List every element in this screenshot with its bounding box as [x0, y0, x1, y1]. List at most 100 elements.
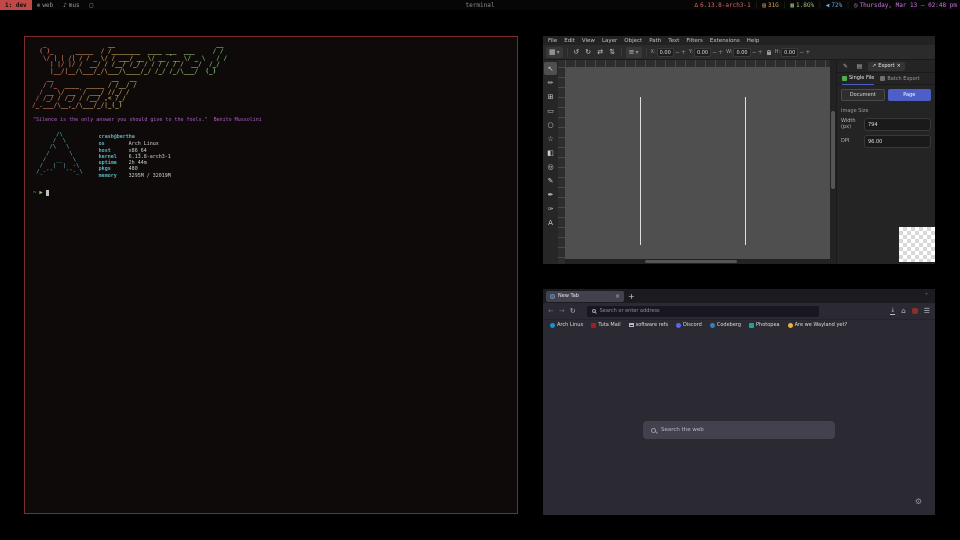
export-panel-tab[interactable]: ↗ Export ×	[868, 62, 905, 71]
bookmark-discord[interactable]: Discord	[676, 322, 702, 328]
decrement-button[interactable]: −	[675, 49, 680, 56]
bookmark-codeberg[interactable]: Codeberg	[710, 322, 741, 328]
document-button[interactable]: Document	[841, 89, 885, 101]
forward-button[interactable]: →	[559, 307, 565, 315]
bookmark-label: Tuta Mail	[598, 322, 620, 328]
tuta-favicon	[591, 323, 596, 328]
single-file-tab[interactable]: Single File	[842, 73, 874, 85]
menu-file[interactable]: File	[548, 38, 557, 44]
volume-module[interactable]: ◀ 72%	[826, 2, 842, 9]
menu-layer[interactable]: Layer	[602, 38, 617, 44]
rotate-cw-button[interactable]: ↻	[584, 47, 593, 58]
menu-text[interactable]: Text	[668, 38, 679, 44]
star-tool-icon[interactable]: ☆	[544, 132, 557, 145]
url-bar[interactable]: Search or enter address	[587, 306, 819, 317]
calligraphy-tool-icon[interactable]: ✑	[544, 202, 557, 215]
workspace-dev[interactable]: 1: dev	[0, 0, 32, 10]
box3d-tool-icon[interactable]: ◧	[544, 146, 557, 159]
page-button[interactable]: Page	[888, 89, 932, 101]
selector-tool-icon[interactable]: ↖	[544, 62, 557, 75]
w-input[interactable]: 0.00	[733, 48, 750, 57]
dpi-label: DPI	[841, 139, 861, 145]
back-button[interactable]: ←	[548, 307, 554, 315]
decrement-button[interactable]: −	[752, 49, 757, 56]
bookmark-photopea[interactable]: Photopea	[749, 322, 780, 328]
separator: │	[846, 2, 850, 9]
menu-path[interactable]: Path	[649, 38, 661, 44]
increment-button[interactable]: +	[681, 49, 686, 56]
batch-export-tab[interactable]: Batch Export	[880, 73, 919, 85]
layers-panel-icon[interactable]: ▤	[854, 61, 865, 72]
photopea-favicon	[749, 323, 754, 328]
menu-object[interactable]: Object	[624, 38, 642, 44]
speaker-icon: ◀	[826, 2, 830, 9]
pen-tool-icon[interactable]: ✒	[544, 188, 557, 201]
page-border-line	[745, 97, 746, 245]
active-tab[interactable]: New Tab ×	[546, 291, 624, 302]
bookmark-arch-linux[interactable]: Arch Linux	[550, 322, 583, 328]
inkscape-body: ↖ ✏ ⊞ ▭ ○ ☆ ◧ ◎ ✎ ✒ ✑ A	[543, 60, 935, 264]
hamburger-menu-icon[interactable]: ☰	[924, 307, 930, 315]
menu-help[interactable]: Help	[747, 38, 760, 44]
dpi-input[interactable]: 96.00	[864, 135, 931, 148]
decrement-button[interactable]: −	[712, 49, 717, 56]
chevron-down-icon: ▾	[557, 49, 560, 56]
text-cursor	[46, 190, 49, 196]
x-input[interactable]: 0.00	[657, 48, 674, 57]
pencil-panel-icon[interactable]: ✎	[840, 61, 851, 72]
workspace-web-label: web	[42, 2, 53, 9]
increment-button[interactable]: +	[718, 49, 723, 56]
list-tabs-chevron-icon[interactable]: ˅	[925, 293, 932, 300]
menu-view[interactable]: View	[582, 38, 595, 44]
new-tab-button[interactable]: +	[628, 292, 635, 301]
decrement-button[interactable]: −	[799, 49, 804, 56]
bookmark-are-we-wayland-yet[interactable]: Are we Wayland yet?	[788, 322, 847, 328]
menu-edit[interactable]: Edit	[564, 38, 575, 44]
lock-ratio-icon[interactable]	[767, 52, 771, 55]
ellipse-tool-icon[interactable]: ○	[544, 118, 557, 131]
bookmark-tuta-mail[interactable]: Tuta Mail	[591, 322, 620, 328]
clock-icon: ◷	[854, 2, 858, 9]
downloads-icon[interactable]: ↓	[890, 308, 895, 314]
pencil-tool-icon[interactable]: ✎	[544, 174, 557, 187]
web-search-box[interactable]: Search the web	[643, 421, 835, 439]
bookmark-folder-software-refs[interactable]: software refs	[629, 322, 668, 328]
spiral-tool-icon[interactable]: ◎	[544, 160, 557, 173]
horizontal-scrollbar[interactable]	[565, 259, 830, 264]
drawing-canvas[interactable]	[565, 67, 830, 259]
scrollbar-thumb[interactable]	[645, 260, 738, 263]
single-file-icon	[842, 76, 847, 81]
increment-button[interactable]: +	[758, 49, 763, 56]
increment-button[interactable]: +	[805, 49, 810, 56]
rotate-ccw-button[interactable]: ↺	[572, 47, 581, 58]
menu-filters[interactable]: Filters	[686, 38, 703, 44]
menu-extensions[interactable]: Extensions	[710, 38, 740, 44]
workspace-empty[interactable]: □	[85, 0, 99, 10]
rectangle-tool-icon[interactable]: ▭	[544, 104, 557, 117]
extension-icon[interactable]	[912, 308, 918, 314]
y-input[interactable]: 0.00	[694, 48, 711, 57]
shell-prompt[interactable]: ~ ▶	[33, 190, 512, 196]
align-dropdown[interactable]: ≡ ▾	[626, 47, 642, 58]
tab-close-icon[interactable]: ×	[615, 293, 620, 300]
scrollbar-thumb[interactable]	[831, 111, 835, 189]
export-mode-tabs: Single File Batch Export	[837, 73, 935, 85]
separator: │	[755, 2, 759, 9]
export-panel: ✎ ▤ ↗ Export × Single File Batch Export	[836, 60, 935, 264]
terminal-window[interactable]: _ __ __ ( )_ _____ / /________ ____ ___ …	[24, 36, 518, 514]
prompt-arrow-icon: ▶	[39, 190, 42, 196]
workspace-web[interactable]: ⊕ web	[32, 0, 58, 10]
flip-vertical-button[interactable]: ⇅	[608, 47, 617, 58]
text-tool-icon[interactable]: A	[544, 216, 557, 229]
h-input[interactable]: 0.00	[781, 48, 798, 57]
flip-horizontal-button[interactable]: ⇄	[596, 47, 605, 58]
export-width-input[interactable]: 794	[864, 118, 931, 131]
shape-builder-tool-icon[interactable]: ⊞	[544, 90, 557, 103]
selection-mode-dropdown[interactable]: ▦ ▾	[546, 47, 563, 58]
home-icon[interactable]: ⌂	[901, 307, 905, 315]
workspace-music[interactable]: ♪ mus	[58, 0, 84, 10]
node-tool-icon[interactable]: ✏	[544, 76, 557, 89]
close-icon[interactable]: ×	[897, 63, 901, 69]
reload-button[interactable]: ↻	[570, 307, 576, 315]
personalize-gear-icon[interactable]: ⚙	[915, 497, 922, 506]
